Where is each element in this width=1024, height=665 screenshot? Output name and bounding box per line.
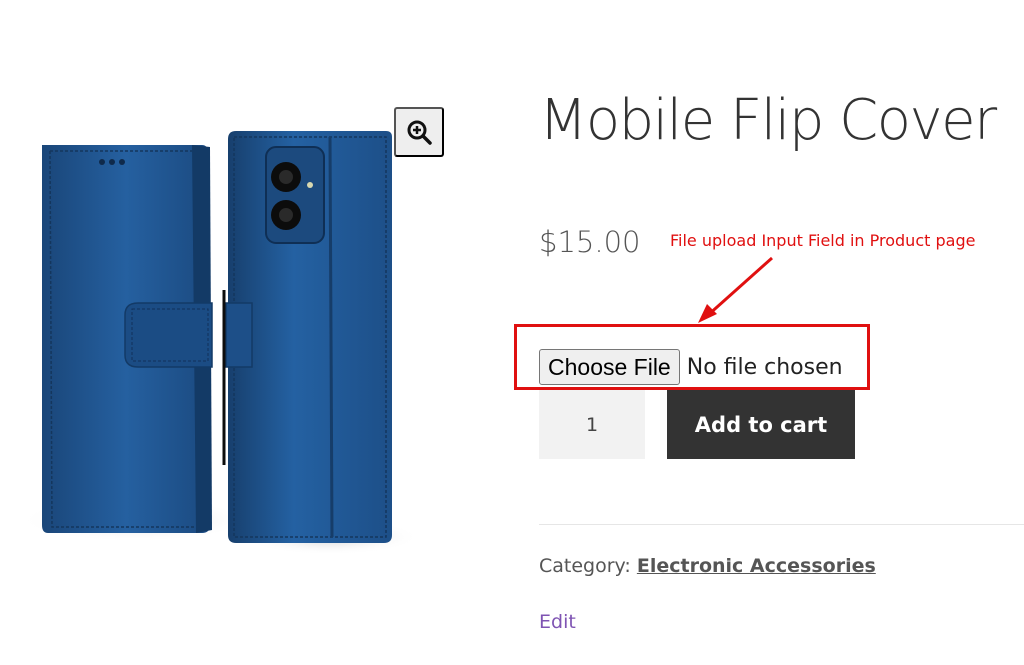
choose-file-button[interactable]: Choose File [539, 349, 680, 385]
category-link[interactable]: Electronic Accessories [637, 555, 876, 577]
annotation-label: File upload Input Field in Product page [670, 231, 976, 250]
file-upload-field[interactable]: Choose File No file chosen [539, 349, 843, 385]
product-title: Mobile Flip Cover [539, 88, 997, 153]
product-category: Category: Electronic Accessories [539, 555, 876, 577]
zoom-button[interactable] [394, 107, 444, 157]
add-to-cart-button[interactable]: Add to cart [667, 390, 855, 459]
category-label: Category: [539, 555, 631, 577]
file-status-text: No file chosen [686, 354, 843, 380]
flip-cover-image [20, 131, 420, 555]
divider [539, 524, 1024, 525]
product-price: $15.00 [539, 225, 641, 259]
product-page: Mobile Flip Cover $15.00 File upload Inp… [0, 0, 1024, 665]
magnifier-plus-icon [407, 120, 432, 145]
edit-link[interactable]: Edit [539, 611, 576, 633]
quantity-input[interactable] [539, 390, 645, 459]
product-image [20, 125, 420, 560]
